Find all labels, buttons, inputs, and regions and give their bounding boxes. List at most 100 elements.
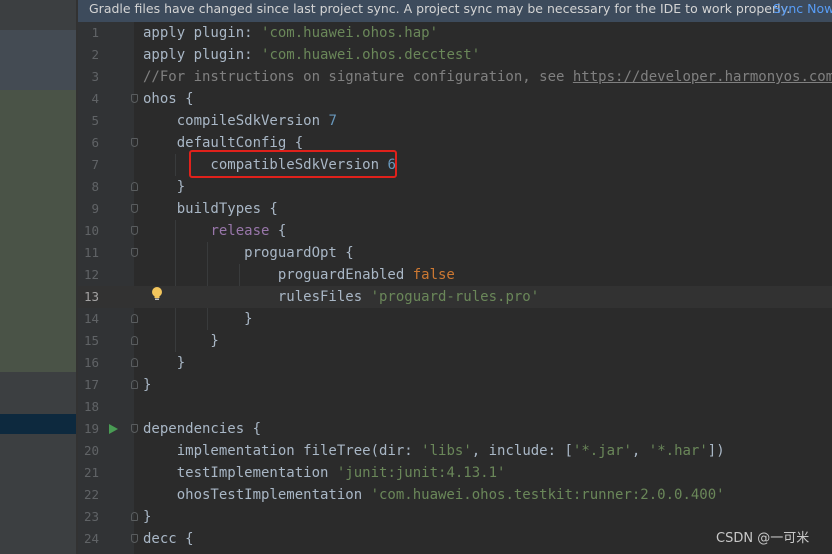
code-text[interactable]: apply plugin: 'com.huawei.ohos.decctest' (143, 44, 480, 66)
fold-marker-icon[interactable] (131, 182, 138, 191)
code-text[interactable]: } (143, 176, 185, 198)
fold-marker-icon[interactable] (131, 204, 138, 213)
code-token: testImplementation (143, 465, 337, 481)
code-text[interactable]: decc { (143, 528, 194, 550)
project-panel-area (0, 30, 78, 90)
code-token: } (143, 377, 152, 393)
fold-marker-icon[interactable] (131, 336, 138, 345)
code-token: 7 (328, 113, 337, 129)
line-number: 2 (91, 47, 99, 62)
code-text[interactable]: dependencies { (143, 418, 261, 440)
fold-marker-icon[interactable] (131, 424, 138, 433)
code-token: include: (488, 443, 565, 459)
project-panel-selection (0, 90, 78, 372)
line-number: 13 (83, 289, 99, 304)
line-number: 19 (83, 421, 99, 436)
code-token: ohosTestImplementation (143, 487, 371, 503)
code-text[interactable]: ohos { (143, 88, 194, 110)
code-line[interactable]: 5 compileSdkVersion 7 (78, 110, 832, 132)
code-text[interactable]: testImplementation 'junit:junit:4.13.1' (143, 462, 506, 484)
watermark: CSDN @一可米 (716, 531, 810, 546)
fold-marker-icon[interactable] (131, 94, 138, 103)
line-number: 20 (83, 443, 99, 458)
code-line[interactable]: 23} (78, 506, 832, 528)
code-text[interactable]: } (143, 506, 151, 528)
code-token: [ (564, 443, 573, 459)
sync-notification-banner: Gradle files have changed since last pro… (78, 0, 832, 22)
code-text[interactable]: //For instructions on signature configur… (143, 66, 832, 88)
line-number: 14 (83, 311, 99, 326)
sync-now-link[interactable]: Sync Now (773, 0, 832, 18)
code-token: proguardEnabled (143, 267, 413, 283)
project-panel-selected-row[interactable] (0, 414, 78, 434)
code-line[interactable]: 10 release { (78, 220, 832, 242)
code-text[interactable]: buildTypes { (143, 198, 278, 220)
line-number: 1 (91, 25, 99, 40)
code-text[interactable]: } (143, 308, 252, 330)
code-token: apply plugin: (143, 25, 262, 41)
code-line[interactable]: 18 (78, 396, 832, 418)
code-text[interactable]: apply plugin: 'com.huawei.ohos.hap' (143, 22, 438, 44)
code-line[interactable]: 2 apply plugin: 'com.huawei.ohos.decctest… (78, 44, 832, 66)
code-text[interactable]: release { (143, 220, 286, 242)
code-token: } (143, 355, 186, 371)
line-number: 11 (83, 245, 99, 260)
line-number: 4 (91, 91, 99, 106)
code-token: false (412, 267, 455, 283)
fold-marker-icon[interactable] (131, 226, 138, 235)
code-text[interactable]: proguardOpt { (143, 242, 354, 264)
annotation-highlight-box (189, 150, 397, 178)
fold-marker-icon[interactable] (131, 358, 138, 367)
code-token: decc { (143, 531, 194, 547)
code-token: ]) (707, 443, 725, 459)
line-number: 18 (83, 399, 99, 414)
fold-marker-icon[interactable] (131, 512, 138, 521)
project-panel-area (0, 0, 78, 30)
line-number: 5 (91, 113, 99, 128)
code-token: implementation fileTree( (143, 443, 380, 459)
code-line[interactable]: 20 implementation fileTree(dir: 'libs', … (78, 440, 832, 462)
run-gutter-icon[interactable] (107, 423, 119, 435)
code-line[interactable]: 1 apply plugin: 'com.huawei.ohos.hap' (78, 22, 832, 44)
code-text[interactable]: ohosTestImplementation 'com.huawei.ohos.… (143, 484, 725, 506)
code-line[interactable]: 21 testImplementation 'junit:junit:4.13.… (78, 462, 832, 484)
code-text[interactable]: rulesFiles 'proguard-rules.pro' (143, 286, 539, 308)
code-line[interactable]: 22 ohosTestImplementation 'com.huawei.oh… (78, 484, 832, 506)
line-number: 22 (83, 487, 99, 502)
code-line[interactable]: 15 } (78, 330, 832, 352)
code-line[interactable]: 13 rulesFiles 'proguard-rules.pro' (78, 286, 832, 308)
code-text[interactable]: } (143, 330, 218, 352)
code-token: '*.jar' (572, 443, 632, 459)
line-number: 15 (83, 333, 99, 348)
code-text[interactable]: proguardEnabled false (143, 264, 455, 286)
fold-marker-icon[interactable] (131, 534, 138, 543)
code-line[interactable]: 11 proguardOpt { (78, 242, 832, 264)
fold-marker-icon[interactable] (131, 314, 138, 323)
fold-marker-icon[interactable] (131, 138, 138, 147)
code-line[interactable]: 4 ohos { (78, 88, 832, 110)
code-token: 'com.huawei.ohos.testkit:runner:2.0.0.40… (370, 487, 725, 503)
code-text[interactable]: compileSdkVersion 7 (143, 110, 337, 132)
line-number: 23 (83, 509, 99, 524)
code-text[interactable]: } (143, 374, 151, 396)
code-line[interactable]: 9 buildTypes { (78, 198, 832, 220)
code-token: , (471, 443, 489, 459)
code-line[interactable]: 8 } (78, 176, 832, 198)
project-panel[interactable] (0, 0, 78, 554)
code-token: } (143, 179, 186, 195)
code-line[interactable]: 19 dependencies { (78, 418, 832, 440)
fold-marker-icon[interactable] (131, 380, 138, 389)
fold-marker-icon[interactable] (131, 248, 138, 257)
code-line[interactable]: 14 } (78, 308, 832, 330)
code-text[interactable]: } (143, 352, 185, 374)
code-token: 'com.huawei.ohos.decctest' (261, 47, 481, 63)
code-text[interactable]: implementation fileTree(dir: 'libs', inc… (143, 440, 725, 462)
code-line[interactable]: 16 } (78, 352, 832, 374)
code-line[interactable]: 17} (78, 374, 832, 396)
lightbulb-icon[interactable] (150, 286, 164, 302)
line-number: 7 (91, 157, 99, 172)
code-token: , (631, 443, 649, 459)
code-line[interactable]: 12 proguardEnabled false (78, 264, 832, 286)
code-line[interactable]: 3 //For instructions on signature configu… (78, 66, 832, 88)
